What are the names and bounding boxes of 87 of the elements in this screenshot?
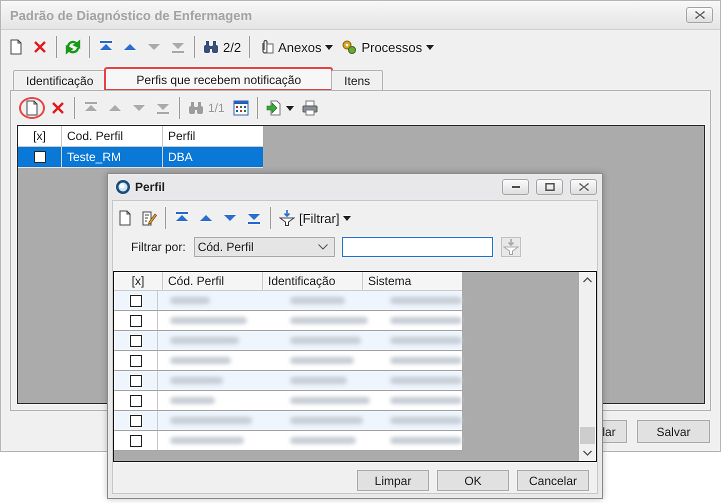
grid-icon (232, 100, 249, 116)
dialog-button[interactable]: OK (437, 470, 509, 491)
close-button[interactable] (686, 7, 713, 23)
minimize-icon (510, 186, 520, 188)
toolbar-menu-button[interactable]: Anexos (255, 36, 336, 58)
printer-icon (302, 100, 318, 116)
maximize-button[interactable] (536, 179, 563, 195)
blurred-text (390, 357, 462, 364)
checkbox[interactable] (130, 414, 142, 426)
toolbar-button[interactable] (19, 97, 45, 119)
scroll-up-icon[interactable] (583, 277, 592, 283)
blurred-text (290, 297, 345, 304)
blurred-text (290, 357, 354, 364)
column-header: [x] (114, 272, 163, 290)
export-icon (266, 100, 282, 116)
delete-icon (32, 39, 48, 55)
page-icon (8, 39, 24, 55)
refresh-icon (65, 39, 81, 55)
checkbox[interactable] (34, 151, 46, 163)
table-cell: Teste_RM (62, 147, 163, 167)
toolbar-button[interactable]: 2/2 (200, 36, 244, 58)
blurred-text (290, 377, 347, 384)
column-header: Perfil (167, 128, 196, 145)
binoculars-icon (203, 39, 219, 55)
column-header: [x] (18, 126, 62, 146)
scrollbar-thumb[interactable] (580, 427, 595, 444)
page-icon (24, 100, 40, 116)
close-icon (694, 11, 704, 19)
toolbar-menu-button[interactable]: [Filtrar] (276, 207, 354, 229)
edit-icon (141, 210, 157, 226)
column-header: Sistema (367, 273, 412, 290)
maximize-icon (544, 183, 554, 191)
caret-icon (426, 44, 434, 50)
checkbox[interactable] (130, 374, 142, 386)
column-header: Cód. Perfil (163, 272, 263, 290)
checkbox[interactable] (130, 294, 142, 306)
filter-input-field[interactable] (342, 237, 493, 257)
caret-icon (343, 216, 352, 220)
blurred-text (390, 437, 462, 444)
window-title: Padrão de Diagnóstico de Enfermagem (10, 8, 254, 22)
blurred-text (390, 337, 462, 344)
toolbar-menu-button[interactable]: Processos (338, 36, 438, 58)
blurred-text (290, 337, 361, 344)
gears-icon (341, 39, 358, 55)
minimize-button[interactable] (502, 179, 529, 195)
column-header: Identificação (263, 272, 363, 290)
blurred-text (390, 317, 462, 324)
tab[interactable]: Identificação (13, 70, 106, 90)
filter-icon (502, 239, 519, 255)
window-title: Perfil (135, 180, 166, 194)
blurred-text (170, 297, 210, 304)
chevron-down-icon (318, 244, 328, 250)
blurred-text (290, 437, 356, 444)
app-logo-icon (115, 179, 131, 195)
scrollbar[interactable] (579, 272, 596, 461)
checkbox[interactable] (130, 354, 142, 366)
dialog-button[interactable]: Limpar (357, 470, 429, 491)
blurred-text (390, 417, 462, 424)
blurred-text (390, 397, 462, 404)
checkbox[interactable] (130, 394, 142, 406)
filter-label: Filtrar por: (131, 240, 186, 254)
tab[interactable]: Itens (331, 70, 384, 90)
checkbox[interactable] (130, 334, 142, 346)
page-icon (117, 210, 133, 226)
blurred-text (170, 357, 231, 364)
dialog-button[interactable]: Salvar (637, 420, 710, 443)
delete-icon (50, 100, 66, 116)
binoculars-icon (188, 100, 204, 116)
close-button[interactable] (570, 179, 597, 195)
filter-dropdown[interactable]: Cód. Perfil (194, 237, 335, 257)
blurred-text (170, 397, 215, 404)
dialog-button[interactable]: Cancelar (517, 470, 589, 491)
caret-icon (325, 44, 334, 50)
scroll-down-icon[interactable] (583, 450, 592, 456)
tab[interactable]: Perfis que recebem notificação (105, 68, 332, 90)
column-header: Cod. Perfil (62, 126, 163, 146)
blurred-text (170, 337, 239, 344)
blurred-text (170, 377, 223, 384)
caret-icon (286, 106, 294, 110)
blurred-text (390, 377, 462, 384)
table-cell-text: DBA (167, 149, 194, 166)
checkbox[interactable] (130, 434, 142, 446)
table-row[interactable]: Teste_RM DBA (18, 147, 263, 168)
filter-icon (279, 210, 295, 226)
blurred-text (390, 297, 462, 304)
checkbox[interactable] (130, 314, 142, 326)
close-icon (578, 183, 588, 191)
